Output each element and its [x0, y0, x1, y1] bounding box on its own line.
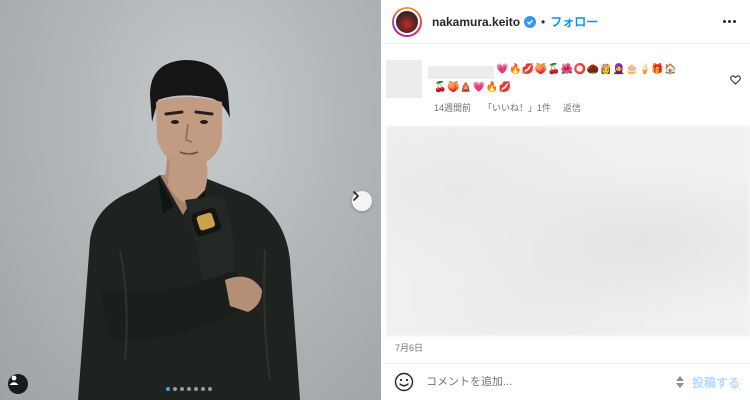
blurred-comments-area — [386, 126, 750, 336]
comment-meta: 14週間前 「いいね！」1件 返信 — [434, 101, 581, 114]
carousel-indicator — [166, 387, 212, 391]
post-comment-button[interactable]: 投稿する — [692, 374, 740, 391]
up-down-arrows-icon[interactable] — [675, 376, 684, 388]
man-portrait-illustration — [78, 60, 300, 400]
profile-avatar[interactable] — [392, 6, 422, 37]
tagged-users-button[interactable] — [8, 374, 28, 394]
more-horizontal-icon — [723, 20, 726, 23]
more-options-button[interactable] — [719, 16, 740, 27]
comment-timestamp[interactable]: 14週間前 — [434, 101, 471, 114]
commenter-username[interactable] — [428, 66, 494, 79]
carousel-dot — [187, 387, 191, 391]
comment-compose-bar: 投稿する — [382, 364, 750, 400]
separator-dot: • — [541, 14, 546, 29]
reply-button[interactable]: 返信 — [563, 101, 581, 114]
comment-like-count[interactable]: 「いいね！」1件 — [483, 101, 551, 114]
heart-icon — [730, 75, 741, 85]
next-image-button[interactable] — [352, 191, 372, 211]
user-icon — [9, 375, 19, 385]
avatar-image — [394, 8, 420, 35]
verified-badge-icon — [524, 15, 537, 28]
username-link[interactable]: nakamura.keito — [432, 15, 520, 29]
follow-button[interactable]: フォロー — [550, 13, 598, 30]
carousel-dot — [194, 387, 198, 391]
post-date: 7月6日 — [395, 343, 424, 353]
chevron-right-icon — [353, 191, 359, 201]
commenter-avatar[interactable] — [386, 60, 422, 98]
carousel-dot — [208, 387, 212, 391]
carousel-dot — [173, 387, 177, 391]
comment-input[interactable] — [426, 376, 666, 388]
comment-text-line: 🍒🍑🛕💗🔥💋 — [434, 82, 512, 93]
carousel-dot — [166, 387, 170, 391]
carousel-dot — [201, 387, 205, 391]
post-header: nakamura.keito • フォロー — [382, 0, 750, 44]
smiley-icon[interactable] — [394, 372, 414, 392]
carousel-dot — [180, 387, 184, 391]
like-comment-button[interactable] — [730, 72, 741, 90]
comment-text-line: 💗🔥💋🍑🍒🌺⭕🌰👸🧕🎂🍦🎁🏠 — [496, 64, 678, 75]
post-photo[interactable] — [0, 0, 381, 400]
